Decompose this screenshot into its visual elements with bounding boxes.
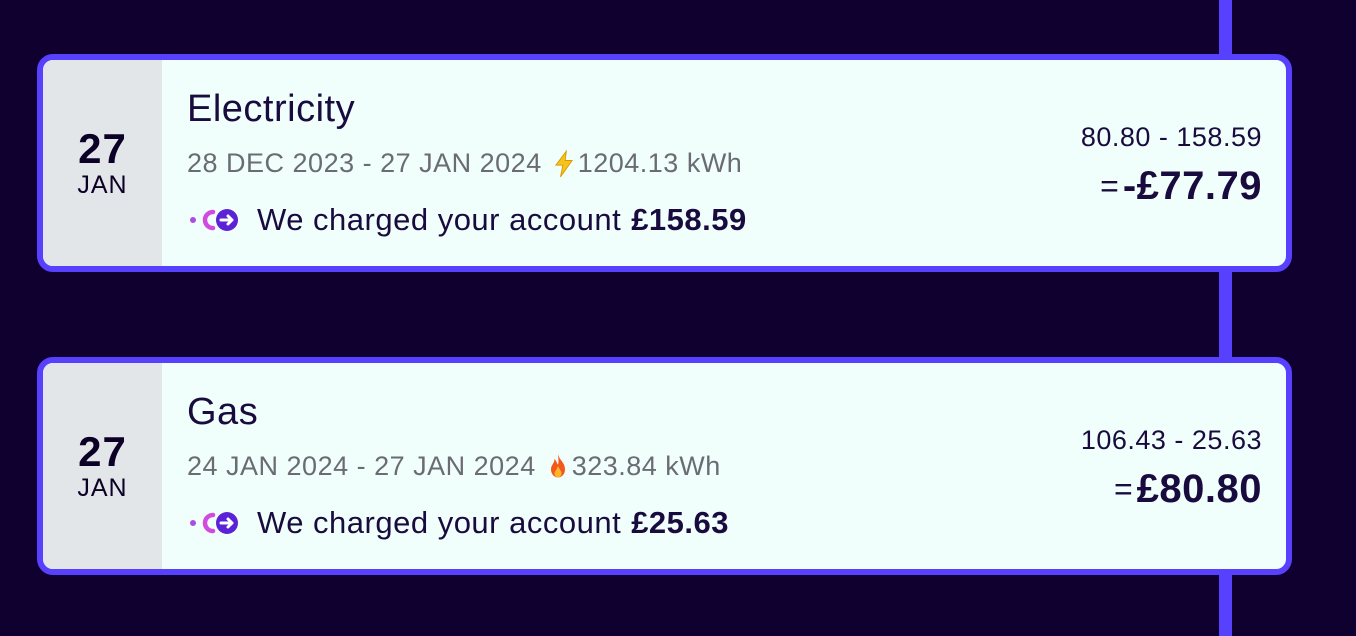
- calc-result: = -£77.79: [1100, 164, 1262, 209]
- statement-title: Gas: [187, 391, 259, 433]
- statement-details: Electricity 28 DEC 2023 - 27 JAN 2024 12…: [162, 60, 1286, 266]
- date-month: JAN: [77, 474, 128, 502]
- date-panel: 27 JAN: [43, 363, 162, 569]
- charge-arrow-icon: [190, 209, 238, 231]
- charge-line: We charged your account £25.63: [189, 505, 729, 541]
- statement-details: Gas 24 JAN 2024 - 27 JAN 2024 323.84 kWh…: [162, 363, 1286, 569]
- calc-equals: =: [1113, 471, 1133, 507]
- date-month: JAN: [77, 171, 128, 199]
- flame-icon: [550, 453, 565, 477]
- billing-period: 28 DEC 2023 - 27 JAN 2024 1204.13 kWh: [187, 148, 742, 179]
- date-day: 27: [78, 428, 127, 475]
- usage-amount: 323.84 kWh: [571, 451, 721, 481]
- charge-amount: £25.63: [631, 505, 730, 540]
- charge-amount: £158.59: [631, 202, 747, 237]
- charge-line: We charged your account £158.59: [189, 202, 747, 238]
- calc-expression: 80.80 - 158.59: [1080, 122, 1262, 152]
- statement-card-gas[interactable]: 27 JAN Gas 24 JAN 2024 - 27 JAN 2024 323…: [37, 357, 1292, 575]
- calc-equals: =: [1100, 168, 1119, 204]
- calc-result: = £80.80: [1114, 467, 1262, 512]
- statement-timeline: 27 JAN Electricity 28 DEC 2023 - 27 JAN …: [0, 0, 1356, 636]
- period-dates: 24 JAN 2024 - 27 JAN 2024: [187, 451, 536, 481]
- period-dates: 28 DEC 2023 - 27 JAN 2024: [187, 148, 542, 178]
- lightning-icon: [554, 149, 573, 177]
- usage-amount: 1204.13 kWh: [577, 148, 743, 178]
- date-panel: 27 JAN: [43, 60, 162, 266]
- charge-text: We charged your account: [257, 505, 622, 540]
- statement-title: Electricity: [187, 88, 356, 130]
- charge-arrow-icon: [190, 512, 238, 534]
- charge-text: We charged your account: [257, 202, 622, 237]
- balance-total: -£77.79: [1122, 164, 1262, 208]
- billing-period: 24 JAN 2024 - 27 JAN 2024 323.84 kWh: [187, 451, 721, 482]
- balance-total: £80.80: [1136, 467, 1262, 511]
- statement-card-electricity[interactable]: 27 JAN Electricity 28 DEC 2023 - 27 JAN …: [37, 54, 1292, 272]
- calc-expression: 106.43 - 25.63: [1080, 425, 1262, 455]
- date-day: 27: [78, 125, 127, 172]
